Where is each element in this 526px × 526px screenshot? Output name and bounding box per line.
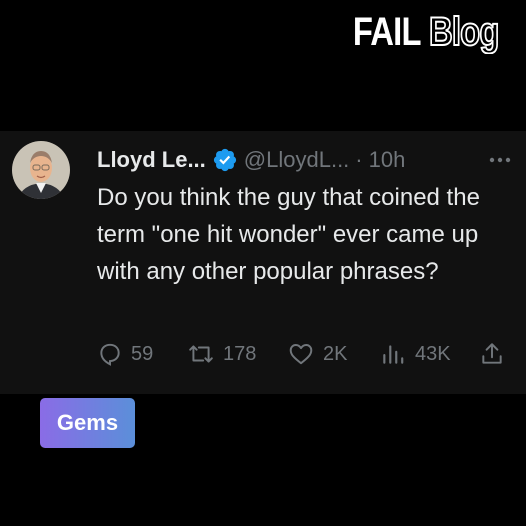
repost-icon [189, 345, 213, 363]
verified-badge-icon [213, 148, 236, 172]
reply-icon [100, 343, 120, 366]
heart-icon [289, 344, 313, 365]
tweet-header: Lloyd Le... @LloydL... · 10h [97, 145, 512, 175]
view-count: 43K [415, 342, 451, 365]
repost-count: 178 [223, 342, 257, 365]
logo-fail-text: FAIL [353, 10, 422, 54]
reply-button[interactable]: 59 [97, 341, 187, 367]
tweet-text: Do you think the guy that coined the ter… [97, 184, 480, 285]
author-handle[interactable]: @LloydL... [244, 147, 350, 173]
gems-label: Gems [56, 410, 119, 435]
gems-badge[interactable]: Gems [40, 398, 135, 448]
views-button[interactable]: 43K [379, 341, 479, 367]
views-chart-icon [383, 345, 404, 364]
separator-dot: · [355, 147, 363, 172]
share-button[interactable] [479, 341, 505, 367]
more-options-icon[interactable] [488, 151, 512, 169]
tweet-card[interactable]: Lloyd Le... @LloydL... · 10h Do you thin… [0, 131, 526, 394]
logo-blog-text: Blog [428, 10, 500, 54]
like-count: 2K [323, 342, 348, 365]
author-name[interactable]: Lloyd Le... [97, 147, 206, 173]
tweet-actions: 59 178 2K 43K [97, 339, 512, 369]
avatar[interactable] [12, 141, 70, 199]
repost-button[interactable]: 178 [187, 341, 287, 367]
tweet-timestamp[interactable]: 10h [369, 147, 406, 173]
like-button[interactable]: 2K [287, 341, 379, 367]
share-icon [482, 343, 502, 364]
failblog-logo: FAIL Blog [338, 10, 514, 54]
reply-count: 59 [131, 342, 154, 365]
